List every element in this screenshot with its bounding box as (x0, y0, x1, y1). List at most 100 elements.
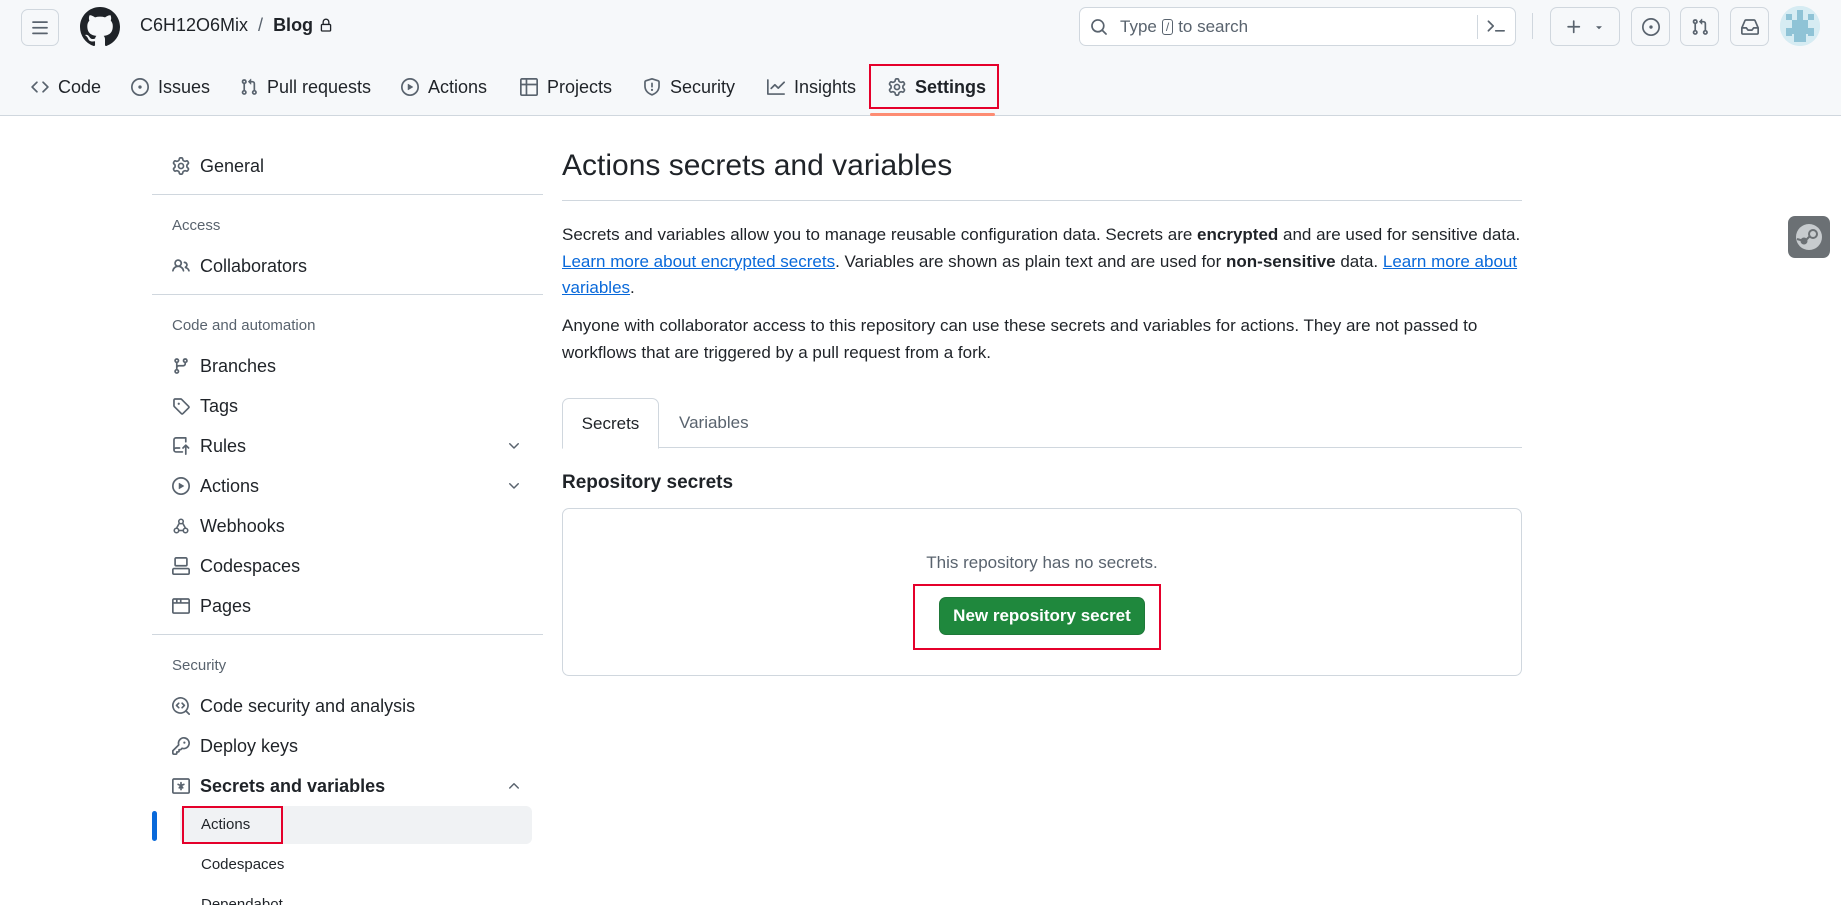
sidebar-item-branches[interactable]: Branches (172, 348, 522, 384)
webhook-icon (173, 518, 189, 534)
sidebar-item-label: Tags (200, 395, 239, 416)
chevron-up-icon[interactable] (506, 778, 522, 794)
tab-actions[interactable]: Actions (401, 64, 487, 110)
tab-projects-label: Projects (547, 76, 613, 97)
play-icon (172, 477, 190, 495)
plus-icon (1567, 19, 1581, 33)
your-pull-requests-button[interactable] (1680, 7, 1719, 46)
tab-pull-requests[interactable]: Pull requests (240, 64, 371, 110)
main-content: Actions secrets and variables Secrets an… (562, 116, 1522, 905)
shield-icon (644, 78, 660, 96)
user-avatar[interactable] (1780, 6, 1820, 46)
create-new-button[interactable] (1550, 7, 1620, 46)
intro-text: Secrets and variables allow you to manag… (562, 225, 1198, 244)
section-title: Repository secrets (562, 472, 734, 493)
table-icon (520, 78, 538, 96)
code-icon (31, 81, 49, 93)
sidebar-item-label: Actions (200, 475, 260, 496)
asterisk-icon (172, 778, 190, 794)
sidebar-item-code-security[interactable]: Code security and analysis (172, 688, 522, 724)
sidebar-item-deploy-keys[interactable]: Deploy keys (172, 728, 522, 764)
tab-actions-label: Actions (428, 76, 488, 97)
search-input[interactable]: Type / to search (1079, 7, 1516, 46)
codescan-icon (172, 697, 190, 715)
key-icon (172, 737, 190, 755)
sidebar-item-label: Pages (200, 595, 252, 616)
search-shortcut-key: / (1161, 19, 1174, 35)
browser-icon (172, 598, 190, 614)
tab-security[interactable]: Security (643, 64, 735, 110)
search-suffix: to search (1178, 17, 1249, 36)
sidebar-item-secrets-and-variables[interactable]: Secrets and variables (172, 768, 522, 804)
repository-secrets-box: This repository has no secrets. New repo… (562, 508, 1522, 676)
title-divider (562, 200, 1522, 201)
tab-pull-requests-label: Pull requests (267, 76, 372, 97)
page-title: Actions secrets and variables (562, 149, 953, 182)
new-repository-secret-button[interactable]: New repository secret (939, 597, 1145, 635)
tab-insights-label: Insights (794, 76, 857, 97)
command-palette-icon[interactable] (1486, 17, 1506, 35)
tab-projects[interactable]: Projects (520, 64, 612, 110)
inbox-button[interactable] (1730, 7, 1769, 46)
sidebar-divider (152, 294, 543, 295)
repo-owner-link[interactable]: C6H12O6Mix (140, 15, 248, 36)
top-bar: C6H12O6Mix / Blog Type / to search (0, 0, 1841, 52)
repo-name-link[interactable]: Blog (273, 15, 313, 36)
sidebar-item-webhooks[interactable]: Webhooks (172, 508, 522, 544)
intro-text: data. (1335, 251, 1383, 271)
empty-state-text: This repository has no secrets. (926, 553, 1158, 572)
steam-icon (1796, 224, 1822, 250)
sidebar-item-pages[interactable]: Pages (172, 588, 522, 624)
git-pull-request-icon (1692, 18, 1708, 35)
access-paragraph: Anyone with collaborator access to this … (562, 316, 1478, 362)
sidebar-item-codespaces[interactable]: Codespaces (172, 548, 522, 584)
settings-sidebar: General Access Collaborators Code and au… (152, 116, 543, 905)
git-branch-icon (174, 358, 188, 374)
search-prefix: Type (1120, 17, 1157, 36)
gear-icon (172, 157, 190, 175)
chevron-down-icon[interactable] (506, 478, 522, 494)
tab-insights[interactable]: Insights (767, 64, 856, 110)
intro-bold-non-sensitive: non-sensitive (1226, 251, 1336, 271)
hamburger-icon (32, 20, 48, 34)
lock-icon (320, 18, 332, 32)
sidebar-item-actions[interactable]: Actions (172, 468, 522, 504)
intro-paragraph: Secrets and variables allow you to manag… (562, 222, 1522, 302)
learn-more-secrets-link[interactable]: Learn more about encrypted secrets (562, 252, 835, 271)
chevron-down-icon[interactable] (506, 438, 522, 454)
sidebar-item-label: Codespaces (200, 555, 301, 576)
sidebar-divider (152, 634, 543, 635)
intro-bold-encrypted: encrypted (1197, 225, 1279, 244)
tab-secrets[interactable]: Secrets (562, 398, 659, 449)
actions-highlight-box (182, 806, 283, 844)
tab-security-label: Security (670, 76, 736, 97)
your-issues-button[interactable] (1631, 7, 1670, 46)
sidebar-item-general[interactable]: General (172, 148, 522, 184)
sidebar-subitem-dependabot[interactable]: Dependabot (201, 896, 283, 905)
sidebar-subitem-codespaces[interactable]: Codespaces (201, 856, 284, 873)
people-icon (172, 259, 190, 272)
play-icon (401, 78, 419, 96)
hamburger-menu-button[interactable] (21, 9, 59, 46)
secrets-variables-tabs: Secrets Variables (562, 398, 1522, 449)
git-pull-request-icon (241, 78, 257, 95)
tag-icon (173, 398, 190, 415)
intro-text: and are used for sensitive data. (1278, 225, 1521, 244)
tab-variables[interactable]: Variables (679, 398, 749, 448)
sidebar-item-collaborators[interactable]: Collaborators (172, 248, 522, 284)
issue-opened-icon (1641, 17, 1660, 36)
search-divider (1477, 15, 1478, 39)
breadcrumb-separator: / (258, 15, 264, 35)
sidebar-item-rules[interactable]: Rules (172, 428, 522, 464)
sidebar-subitem-active-indicator (152, 811, 157, 841)
tab-code[interactable]: Code (31, 64, 101, 110)
issue-opened-icon (131, 78, 149, 96)
search-icon (1091, 19, 1107, 35)
tab-issues[interactable]: Issues (131, 64, 210, 110)
repo-push-icon (173, 437, 190, 455)
tab-code-label: Code (58, 76, 102, 97)
sidebar-item-tags[interactable]: Tags (172, 388, 522, 424)
steam-extension-widget[interactable] (1788, 216, 1830, 258)
sidebar-item-label: Code security and analysis (200, 695, 416, 716)
github-logo-icon[interactable] (80, 7, 120, 47)
